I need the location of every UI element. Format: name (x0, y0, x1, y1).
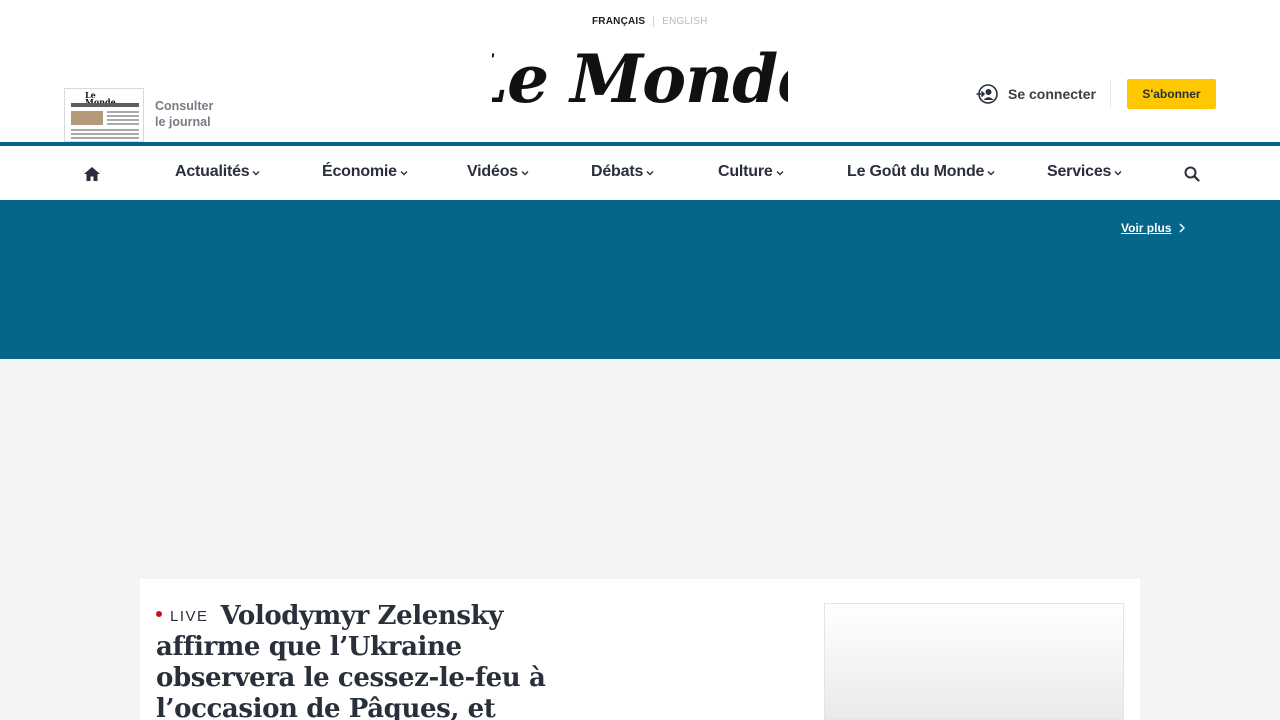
nav-item-gout-du-monde[interactable]: Le Goût du Monde (847, 163, 995, 181)
voir-plus-link[interactable]: Voir plus (1121, 221, 1186, 235)
le-monde-logo[interactable]: Le Monde (492, 40, 788, 112)
journal-thumb-title: Le Monde (85, 90, 116, 107)
nav-item-label: Actualités (175, 163, 250, 180)
chevron-down-icon (252, 171, 260, 176)
nav-item-label: Débats (591, 163, 644, 180)
lang-francais[interactable]: FRANÇAIS (592, 16, 655, 27)
chevron-down-icon (521, 171, 529, 176)
home-icon[interactable] (83, 166, 101, 182)
lang-english[interactable]: ENGLISH (654, 16, 707, 27)
nav-item-culture[interactable]: Culture (718, 163, 784, 181)
nav-item-label: Services (1047, 163, 1112, 180)
login-label: Se connecter (1008, 86, 1096, 102)
nav-item-label: Économie (322, 163, 397, 180)
consult-journal-link[interactable]: Le Monde Consulter le journal (64, 88, 225, 142)
nav-item-debats[interactable]: Débats (591, 163, 654, 181)
nav-item-services[interactable]: Services (1047, 163, 1122, 181)
live-banner: Voir plus (0, 200, 1280, 359)
main-article-card: LIVE Volodymyr Zelensky affirme que l’Ukr… (140, 579, 1140, 720)
journal-label: Consulter le journal (155, 99, 214, 129)
voir-plus-label: Voir plus (1121, 221, 1172, 235)
chevron-down-icon (400, 171, 408, 176)
chevron-down-icon (1114, 171, 1122, 176)
chevron-down-icon (646, 171, 654, 176)
search-icon[interactable] (1184, 166, 1200, 182)
main-nav: Actualités Économie Vidéos Débats Cultur… (0, 142, 1280, 200)
article-headline[interactable]: LIVE Volodymyr Zelensky affirme que l’Ukr… (156, 601, 576, 720)
site-header: FRANÇAIS ENGLISH Le Monde Le Monde Consu… (0, 0, 1280, 142)
nav-item-label: Vidéos (467, 163, 518, 180)
live-label: LIVE (170, 608, 209, 625)
header-divider (1110, 80, 1111, 108)
nav-item-actualites[interactable]: Actualités (175, 163, 260, 181)
article-image[interactable] (824, 603, 1124, 720)
chevron-down-icon (987, 171, 995, 176)
headline-text: Volodymyr Zelensky affirme que l’Ukraine… (156, 601, 546, 720)
chevron-right-icon (1179, 223, 1186, 233)
login-button[interactable]: Se connecter (976, 83, 1096, 105)
nav-item-label: Culture (718, 163, 773, 180)
journal-thumbnail: Le Monde (64, 88, 144, 142)
nav-item-economie[interactable]: Économie (322, 163, 408, 181)
nav-item-label: Le Goût du Monde (847, 163, 985, 180)
live-dot-icon (156, 611, 162, 617)
chevron-down-icon (776, 171, 784, 176)
subscribe-button[interactable]: S'abonner (1127, 79, 1216, 109)
login-icon (976, 84, 998, 104)
nav-item-videos[interactable]: Vidéos (467, 163, 529, 181)
language-switcher: FRANÇAIS ENGLISH (592, 16, 708, 27)
svg-text:Le Monde: Le Monde (492, 40, 788, 112)
